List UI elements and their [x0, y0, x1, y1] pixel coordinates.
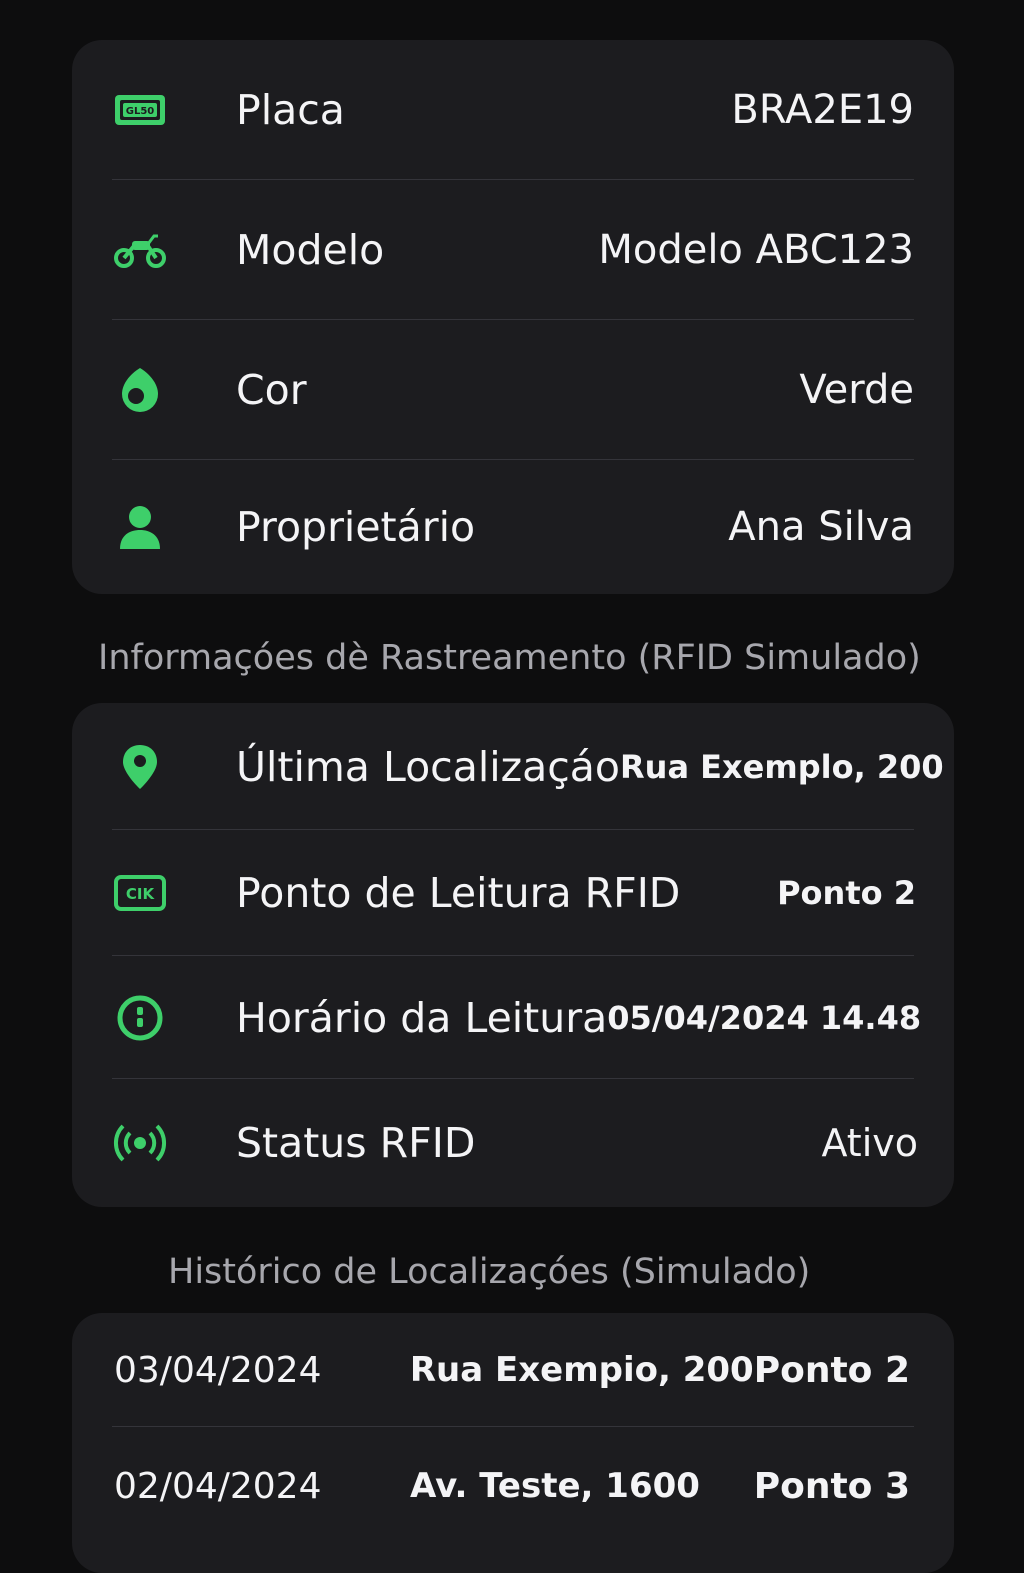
person-icon: [112, 485, 196, 569]
history-address: Rua Exempio, 200: [409, 1350, 754, 1390]
owner-label: Proprietário: [236, 503, 476, 551]
vehicle-row-plate[interactable]: GL50 Placa BRA2E19: [72, 40, 954, 180]
history-point: Ponto 2: [753, 1349, 910, 1391]
history-row[interactable]: 02/04/2024 Av. Teste, 1600 Ponto 3: [72, 1427, 954, 1545]
svg-text:CIK: CIK: [126, 885, 156, 903]
history-point: Ponto 3: [753, 1465, 910, 1507]
tracking-row-read-time[interactable]: Horário da Leitura 05/04/2024 14.48: [72, 956, 954, 1079]
last-location-value: Rua Exemplo, 200: [620, 747, 944, 786]
last-location-label: Última Localizaçáo: [236, 742, 621, 791]
rfid-status-label: Status RFID: [236, 1119, 476, 1167]
color-label: Cor: [236, 366, 307, 414]
paint-drop-icon: [112, 348, 196, 432]
svg-text:GL50: GL50: [126, 106, 155, 117]
tracking-row-last-location[interactable]: Última Localizaçáo Rua Exemplo, 200: [72, 703, 954, 830]
tracking-row-rfid-status[interactable]: Status RFID Ativo: [72, 1079, 954, 1207]
motorcycle-icon: [112, 208, 196, 292]
history-address: Av. Teste, 1600: [410, 1466, 700, 1506]
license-plate-icon: GL50: [112, 68, 196, 152]
model-label: Modelo: [236, 226, 385, 274]
rfid-status-value: Ativo: [821, 1121, 918, 1165]
history-section-title: Histórico de Localizaçóes (Simulado): [168, 1252, 811, 1292]
rfid-reader-icon: CIK: [112, 851, 196, 935]
read-time-value: 05/04/2024 14.48: [607, 998, 922, 1037]
clock-icon: [112, 976, 196, 1060]
history-row[interactable]: 03/04/2024 Rua Exempio, 200 Ponto 2: [72, 1313, 954, 1427]
vehicle-row-color[interactable]: Cor Verde: [72, 320, 954, 460]
vehicle-info-card: GL50 Placa BRA2E19 Modelo Modelo ABC123 …: [72, 40, 954, 594]
history-card: 03/04/2024 Rua Exempio, 200 Ponto 2 02/0…: [72, 1313, 954, 1573]
history-date: 03/04/2024: [114, 1349, 322, 1391]
plate-value: BRA2E19: [731, 87, 914, 133]
rfid-point-value: Ponto 2: [777, 874, 916, 912]
owner-value: Ana Silva: [728, 504, 914, 550]
tracking-section-title: Informaçóes dè Rastreamento (RFID Simula…: [98, 638, 921, 678]
tracking-row-rfid-point[interactable]: CIK Ponto de Leitura RFID Ponto 2: [72, 830, 954, 956]
plate-label: Placa: [236, 86, 345, 134]
color-value: Verde: [799, 367, 914, 413]
history-date: 02/04/2024: [114, 1465, 322, 1507]
model-value: Modelo ABC123: [598, 227, 914, 273]
vehicle-row-model[interactable]: Modelo Modelo ABC123: [72, 180, 954, 320]
rfid-point-label: Ponto de Leitura RFID: [236, 869, 681, 917]
tracking-info-card: Última Localizaçáo Rua Exemplo, 200 CIK …: [72, 703, 954, 1207]
signal-broadcast-icon: [112, 1101, 196, 1185]
vehicle-row-owner[interactable]: Proprietário Ana Silva: [72, 460, 954, 594]
location-pin-icon: [112, 725, 196, 809]
read-time-label: Horário da Leitura: [236, 993, 608, 1042]
